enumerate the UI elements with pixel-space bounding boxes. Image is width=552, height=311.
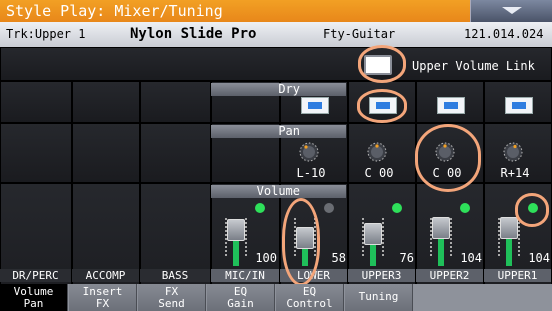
dry-button-lower[interactable]: [301, 97, 329, 114]
annotation-link-circle: [358, 45, 406, 83]
mixer-cell: [72, 123, 140, 183]
channel-led[interactable]: [460, 203, 470, 213]
tab-eq-gain[interactable]: EQ Gain: [207, 284, 275, 311]
channel-name: BASS: [140, 269, 210, 282]
program-number: 121.014.024: [464, 27, 544, 41]
pan-value-mic-in: L-10: [296, 166, 326, 180]
volume-value: 104: [460, 251, 482, 265]
fader-thumb[interactable]: [500, 217, 518, 239]
channel-name: UPPER2: [416, 269, 483, 282]
upper-volume-link-label: Upper Volume Link: [412, 59, 535, 73]
tab-insert-fx[interactable]: Insert FX: [69, 284, 137, 311]
tab-fx-send[interactable]: FX Send: [138, 284, 206, 311]
annotation-led-circle: [515, 193, 549, 227]
volume-section-label: Volume: [211, 185, 346, 198]
tab-eq-control[interactable]: EQ Control: [276, 284, 344, 311]
channel-led[interactable]: [255, 203, 265, 213]
track-info-bar[interactable]: Trk:Upper 1 Nylon Slide Pro Fty-Guitar 1…: [0, 22, 552, 47]
page-menu-button[interactable]: [470, 0, 552, 22]
fader-thumb[interactable]: [364, 223, 382, 245]
tab-tuning[interactable]: Tuning: [345, 284, 413, 311]
channel-led[interactable]: [392, 203, 402, 213]
mixer-panel: Upper Volume Link Dry Pan Volume L-10 C …: [0, 45, 552, 311]
pan-value-upper1: R+14: [500, 166, 530, 180]
chevron-down-icon: [502, 7, 522, 14]
tab-volume-pan[interactable]: Volume Pan: [0, 284, 68, 311]
dry-button-upper2[interactable]: [437, 97, 465, 114]
channel-name: UPPER1: [484, 269, 551, 282]
pan-knob-upper3[interactable]: [365, 140, 389, 164]
channel-name: DR/PERC: [0, 269, 71, 282]
fader-thumb[interactable]: [227, 219, 245, 241]
fader-thumb[interactable]: [432, 217, 450, 239]
sound-name[interactable]: Nylon Slide Pro: [130, 22, 256, 47]
mixer-cell: [0, 123, 72, 183]
pan-section-label: Pan: [211, 125, 346, 138]
mixer-cell: [140, 81, 211, 123]
volume-value: 100: [255, 251, 277, 265]
sound-bank: Fty-Guitar: [323, 27, 396, 41]
mixer-cell: [0, 81, 72, 123]
dry-button-upper1[interactable]: [505, 97, 533, 114]
channel-led[interactable]: [324, 203, 334, 213]
track-label: Trk:Upper 1: [6, 27, 86, 41]
pan-value-upper3: C 00: [364, 166, 394, 180]
annotation-pan-circle: [415, 124, 481, 192]
mixer-cell: [72, 81, 140, 123]
channel-name: ACCOMP: [72, 269, 139, 282]
dry-section-label: Dry: [211, 83, 346, 96]
bottom-tab-bar: Volume Pan Insert FX FX Send EQ Gain EQ Control Tu…: [0, 284, 552, 311]
annotation-fader-circle: [282, 198, 320, 286]
pan-knob-upper1[interactable]: [501, 140, 525, 164]
channel-name: UPPER3: [348, 269, 415, 282]
volume-value: 76: [399, 251, 414, 265]
volume-value: 104: [528, 251, 550, 265]
mixer-cell: [140, 123, 211, 183]
annotation-dry-circle: [357, 89, 407, 123]
pan-knob-mic-in[interactable]: [297, 140, 321, 164]
channel-name: MIC/IN: [211, 269, 279, 282]
